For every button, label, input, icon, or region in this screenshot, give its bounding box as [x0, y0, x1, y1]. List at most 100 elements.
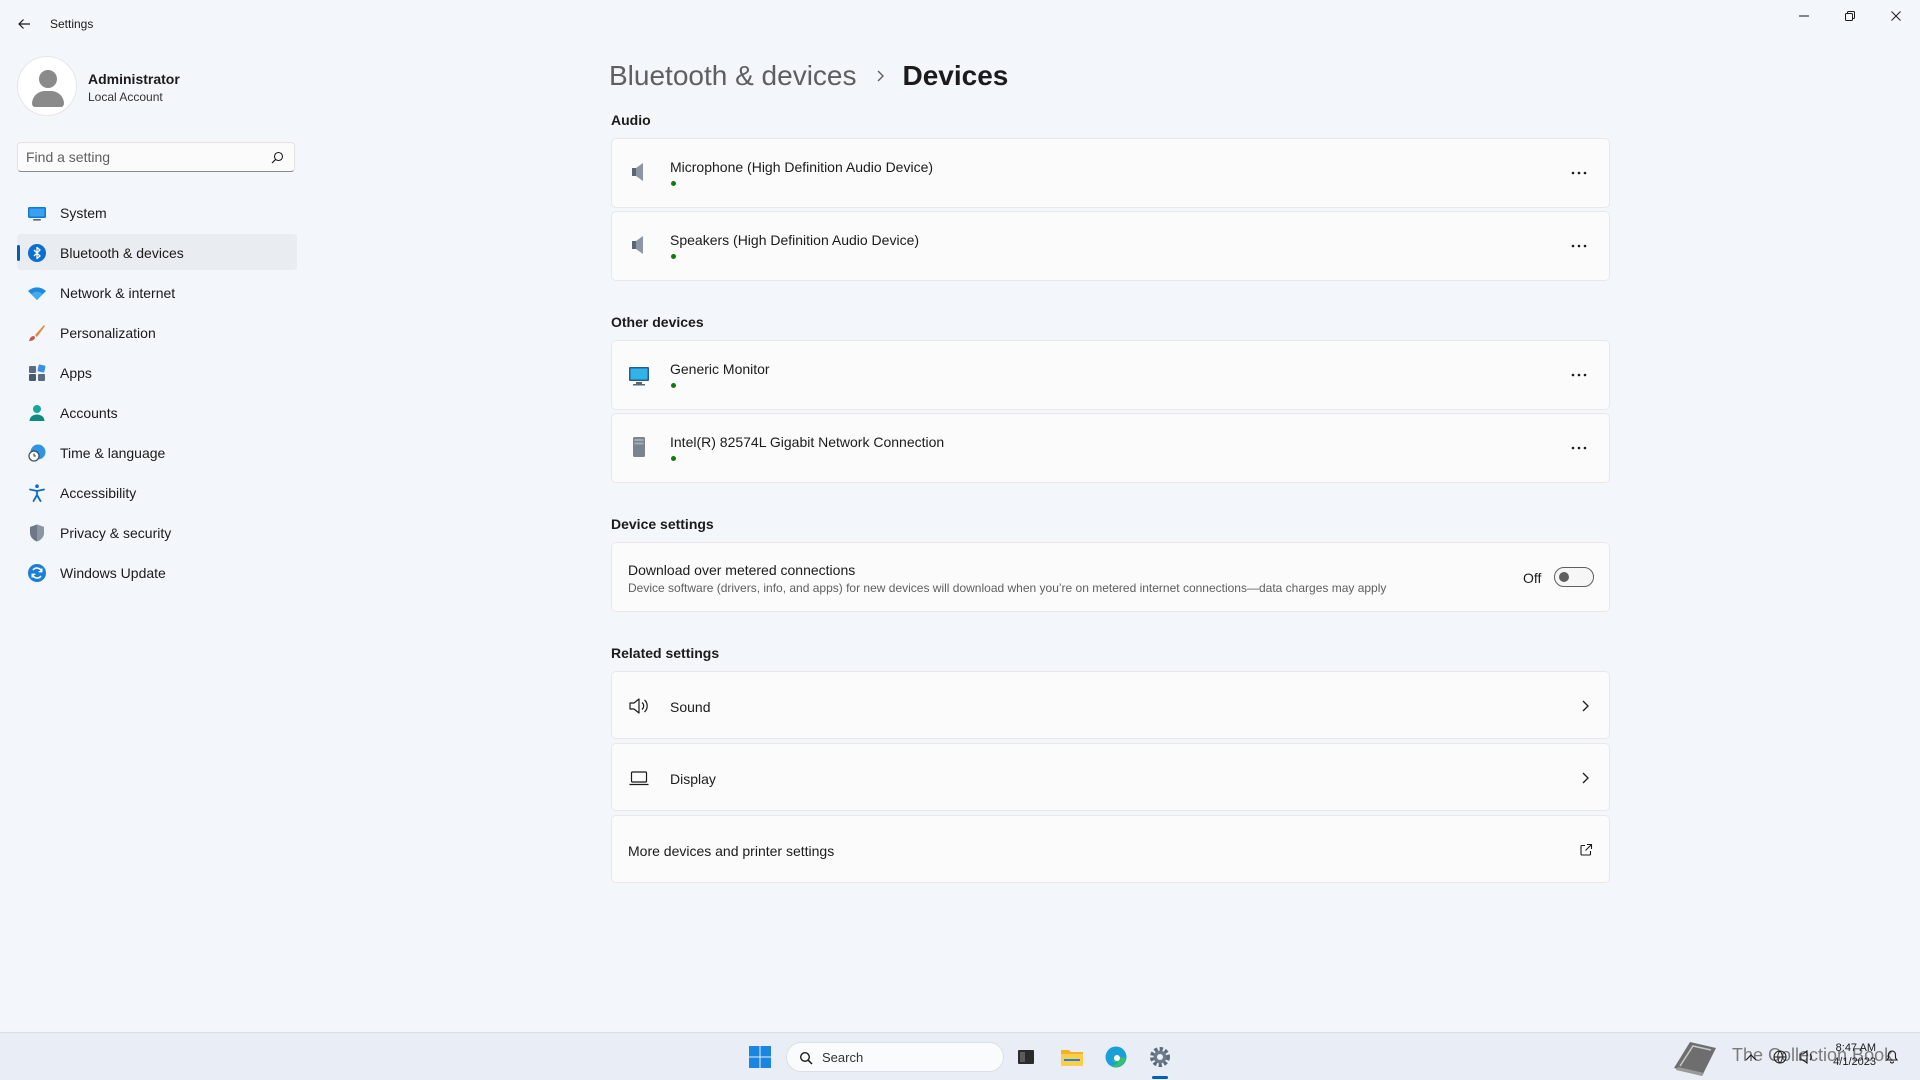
file-explorer-button[interactable] [1058, 1043, 1086, 1071]
restore-icon [1845, 11, 1855, 21]
device-name: Intel(R) 82574L Gigabit Network Connecti… [670, 434, 945, 450]
edge-browser-button[interactable] [1102, 1043, 1130, 1071]
update-icon [28, 564, 46, 582]
more-icon [1571, 446, 1587, 450]
device-card-speakers[interactable]: Speakers (High Definition Audio Device) [611, 211, 1610, 281]
sound-icon [629, 698, 648, 714]
active-app-indicator [1152, 1076, 1168, 1079]
file-explorer-icon [1061, 1050, 1083, 1066]
back-arrow-icon [18, 19, 30, 29]
sidebar-nav: System Bluetooth & devices Network & int… [17, 194, 297, 594]
avatar [17, 56, 77, 116]
accounts-icon [29, 405, 45, 421]
more-options-button[interactable] [1567, 236, 1591, 256]
sidebar-item-personalization[interactable]: Personalization [17, 314, 297, 350]
more-options-button[interactable] [1567, 163, 1591, 183]
breadcrumb: Bluetooth & devices Devices [609, 56, 1008, 96]
sidebar-item-network[interactable]: Network & internet [17, 274, 297, 310]
bluetooth-icon [28, 244, 46, 262]
setting-description: Device software (drivers, info, and apps… [628, 581, 1387, 595]
book-logo-icon [1674, 1042, 1716, 1076]
metered-connections-setting: Download over metered connections Device… [611, 542, 1610, 612]
taskbar-search[interactable]: Search [786, 1042, 1004, 1072]
sidebar-item-label: Accessibility [60, 485, 137, 501]
back-button[interactable] [12, 12, 36, 36]
close-button[interactable] [1878, 4, 1914, 28]
sidebar-item-system[interactable]: System [17, 194, 297, 230]
search-icon [271, 151, 284, 164]
device-card-network-connection[interactable]: Intel(R) 82574L Gigabit Network Connecti… [611, 413, 1610, 483]
status-connected-dot [671, 181, 676, 186]
more-options-button[interactable] [1567, 438, 1591, 458]
sidebar-item-label: System [60, 205, 107, 221]
toggle-state-label: Off [1523, 570, 1542, 586]
sidebar-item-time-language[interactable]: Time & language [17, 434, 297, 470]
sidebar-item-privacy-security[interactable]: Privacy & security [17, 514, 297, 550]
sidebar-item-label: Bluetooth & devices [60, 245, 184, 261]
restore-button[interactable] [1832, 4, 1868, 28]
more-options-button[interactable] [1567, 365, 1591, 385]
speaker-device-icon [632, 163, 643, 181]
settings-app-button[interactable] [1146, 1043, 1174, 1071]
section-title-audio: Audio [611, 112, 651, 128]
search-input[interactable] [26, 143, 266, 171]
shield-icon [30, 524, 44, 542]
more-icon [1571, 244, 1587, 248]
minimize-icon [1799, 15, 1809, 17]
toggle-knob [1559, 572, 1569, 582]
section-title-other-devices: Other devices [611, 314, 704, 330]
user-profile[interactable]: Administrator Local Account [17, 56, 297, 116]
brush-icon [29, 325, 45, 341]
chevron-right-icon [1582, 700, 1589, 712]
start-icon[interactable] [748, 1045, 772, 1069]
device-name: Microphone (High Definition Audio Device… [670, 159, 934, 175]
device-card-microphone[interactable]: Microphone (High Definition Audio Device… [611, 138, 1610, 208]
accessibility-icon [29, 484, 45, 502]
sidebar-item-windows-update[interactable]: Windows Update [17, 554, 297, 590]
clock-time[interactable]: 8:47 AM [1830, 1042, 1876, 1054]
metered-connections-toggle[interactable] [1554, 567, 1594, 587]
status-connected-dot [671, 254, 676, 259]
wifi-icon [28, 287, 46, 300]
sidebar-item-label: Network & internet [60, 285, 176, 301]
apps-icon [29, 364, 46, 381]
related-item-label: Display [670, 771, 716, 787]
sidebar-item-label: Privacy & security [60, 525, 172, 541]
close-icon [1891, 11, 1901, 21]
profile-account-type: Local Account [88, 90, 163, 104]
network-device-icon [633, 437, 645, 457]
device-name: Generic Monitor [670, 361, 770, 377]
sidebar-item-label: Time & language [60, 445, 166, 461]
sidebar-item-label: Windows Update [60, 565, 166, 581]
sidebar-item-apps[interactable]: Apps [17, 354, 297, 390]
settings-search-box[interactable] [17, 142, 295, 172]
clock-date[interactable]: 4/1/2023 [1826, 1056, 1876, 1068]
more-icon [1571, 373, 1587, 377]
monitor-icon [629, 367, 649, 386]
related-item-more-devices-printers[interactable]: More devices and printer settings [611, 815, 1610, 883]
sidebar-item-accessibility[interactable]: Accessibility [17, 474, 297, 510]
sidebar-item-accounts[interactable]: Accounts [17, 394, 297, 430]
profile-name: Administrator [88, 71, 180, 87]
chevron-right-icon [1582, 772, 1589, 784]
taskbar: Search The Collection Book 8:47 AM 4/1/2… [0, 1032, 1920, 1080]
minimize-button[interactable] [1786, 4, 1822, 28]
task-view-button[interactable] [1012, 1043, 1040, 1071]
section-title-device-settings: Device settings [611, 516, 714, 532]
chevron-right-icon [877, 70, 884, 82]
sidebar-item-bluetooth-devices[interactable]: Bluetooth & devices [17, 234, 297, 270]
breadcrumb-parent-link[interactable]: Bluetooth & devices [609, 60, 857, 92]
page-title: Devices [902, 60, 1009, 91]
device-card-generic-monitor[interactable]: Generic Monitor [611, 340, 1610, 410]
speaker-device-icon [632, 236, 643, 254]
related-item-display[interactable]: Display [611, 743, 1610, 811]
related-item-sound[interactable]: Sound [611, 671, 1610, 739]
related-item-label: Sound [670, 699, 711, 715]
clock-globe-icon [28, 444, 46, 462]
device-name: Speakers (High Definition Audio Device) [670, 232, 920, 248]
sidebar-item-label: Personalization [60, 325, 156, 341]
notification-icon[interactable] [1884, 1048, 1900, 1064]
title-bar: Settings [0, 0, 1920, 48]
sidebar-item-label: Apps [60, 365, 92, 381]
external-link-icon [1580, 843, 1593, 856]
